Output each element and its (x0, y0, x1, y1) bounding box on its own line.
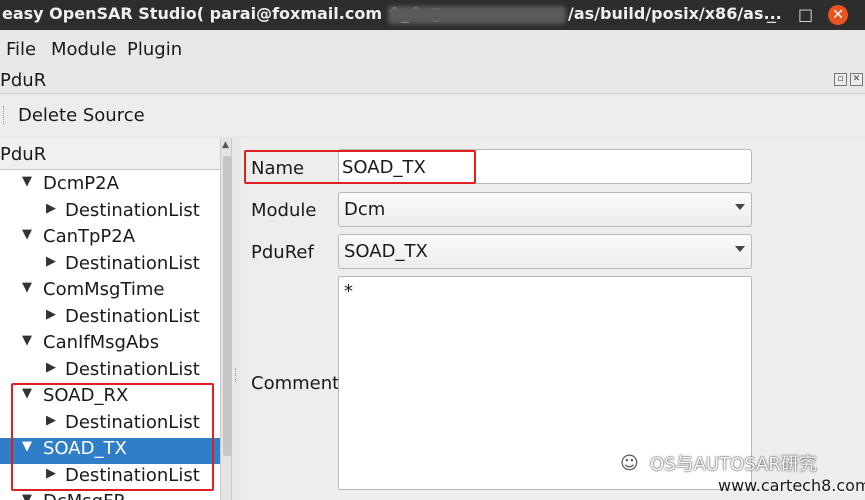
tree-item-label: DestinationList (65, 359, 200, 380)
tree-item-label: DestinationList (65, 253, 200, 274)
tree-item-destinationlist[interactable]: ▶ DestinationList (0, 253, 220, 279)
collapsed-arrow-icon[interactable]: ▶ (46, 360, 56, 375)
dock-panel-header: PduR ▫ ✕ (0, 68, 865, 94)
tree-item-label: DestinationList (65, 200, 200, 221)
properties-form: Name SOAD_TX Module Dcm PduRef SOAD_TX C… (241, 138, 865, 500)
tree-header-label: PduR (0, 144, 47, 165)
tree-item-canifmsgabs[interactable]: ▼ CanIfMsgAbs (0, 332, 220, 358)
tree-item-dcmp2a[interactable]: ▼ DcmP2A (0, 173, 220, 199)
pduref-label: PduRef (251, 242, 314, 263)
menu-module[interactable]: Module (51, 39, 116, 60)
tree-item-commsgtime[interactable]: ▼ ComMsgTime (0, 279, 220, 305)
scroll-up-arrow-icon[interactable]: ▲ (222, 140, 229, 150)
watermark-line1: OS与AUTOSAR研究 (650, 454, 817, 475)
highlight-box-name (244, 150, 476, 184)
collapsed-arrow-icon[interactable]: ▶ (46, 254, 56, 269)
tree-item-label: CanIfMsgAbs (43, 332, 160, 353)
chevron-down-icon[interactable] (735, 204, 745, 210)
expanded-arrow-icon[interactable]: ▼ (22, 280, 32, 295)
panel-title: PduR (0, 70, 47, 91)
close-panel-icon[interactable]: ✕ (850, 73, 863, 86)
module-select[interactable]: Dcm (338, 192, 752, 227)
pduref-select[interactable]: SOAD_TX (338, 234, 752, 269)
pduref-select-value: SOAD_TX (344, 241, 428, 262)
tree-item-destinationlist[interactable]: ▶ DestinationList (0, 200, 220, 226)
toolbar: Delete Source (0, 96, 865, 136)
comment-label: Comment (251, 373, 340, 394)
tree-item-destinationlist[interactable]: ▶ DestinationList (0, 306, 220, 332)
menu-bar: File Module Plugin (0, 34, 865, 66)
collapsed-arrow-icon[interactable]: ▶ (46, 307, 56, 322)
tree-item-dcmsgfr[interactable]: ▼ DcMsgFR (0, 491, 220, 500)
watermark-line2: www.cartech8.com (718, 476, 865, 495)
expanded-arrow-icon[interactable]: ▼ (22, 227, 32, 242)
module-select-value: Dcm (344, 199, 386, 220)
float-panel-icon[interactable]: ▫ (834, 73, 847, 86)
panel-splitter[interactable] (233, 138, 241, 500)
tree-item-label: DcMsgFR (43, 491, 126, 500)
tree-item-label: ComMsgTime (43, 279, 165, 300)
menu-plugin[interactable]: Plugin (127, 39, 182, 60)
tree-item-label: DestinationList (65, 306, 200, 327)
menu-file[interactable]: File (6, 39, 36, 60)
delete-source-button[interactable]: Delete Source (18, 105, 145, 126)
scroll-thumb[interactable] (223, 156, 231, 456)
tree-item-destinationlist[interactable]: ▶ DestinationList (0, 359, 220, 385)
close-button[interactable]: ✕ (828, 5, 848, 25)
tree-scrollbar[interactable]: ▲ (220, 138, 231, 500)
tree-item-label: CanTpP2A (43, 226, 136, 247)
expanded-arrow-icon[interactable]: ▼ (22, 333, 32, 348)
window-title: easy OpenSAR Studio( parai@foxmail.com ^… (2, 4, 444, 23)
module-label: Module (251, 200, 317, 221)
window-title-path: /as/build/posix/x86/as... (568, 4, 782, 23)
minimize-button[interactable]: _ (767, 3, 776, 24)
highlight-box-tree (11, 383, 214, 491)
tree-item-label: DcmP2A (43, 173, 119, 194)
redacted-title-segment (388, 6, 566, 24)
watermark: ☺ OS与AUTOSAR研究 www.cartech8.com (610, 448, 865, 500)
expanded-arrow-icon[interactable]: ▼ (22, 492, 32, 500)
window-titlebar: easy OpenSAR Studio( parai@foxmail.com ^… (0, 0, 865, 30)
collapsed-arrow-icon[interactable]: ▶ (46, 201, 56, 216)
chevron-down-icon[interactable] (735, 246, 745, 252)
tree-header: PduR (0, 138, 220, 170)
maximize-button[interactable]: □ (798, 5, 813, 24)
tree-item-cantpp2a[interactable]: ▼ CanTpP2A (0, 226, 220, 252)
wechat-logo-icon: ☺ (620, 453, 639, 474)
toolbar-grip[interactable] (3, 106, 6, 124)
comment-value: * (344, 281, 353, 302)
splitter-grip[interactable] (235, 368, 238, 382)
expanded-arrow-icon[interactable]: ▼ (22, 174, 32, 189)
